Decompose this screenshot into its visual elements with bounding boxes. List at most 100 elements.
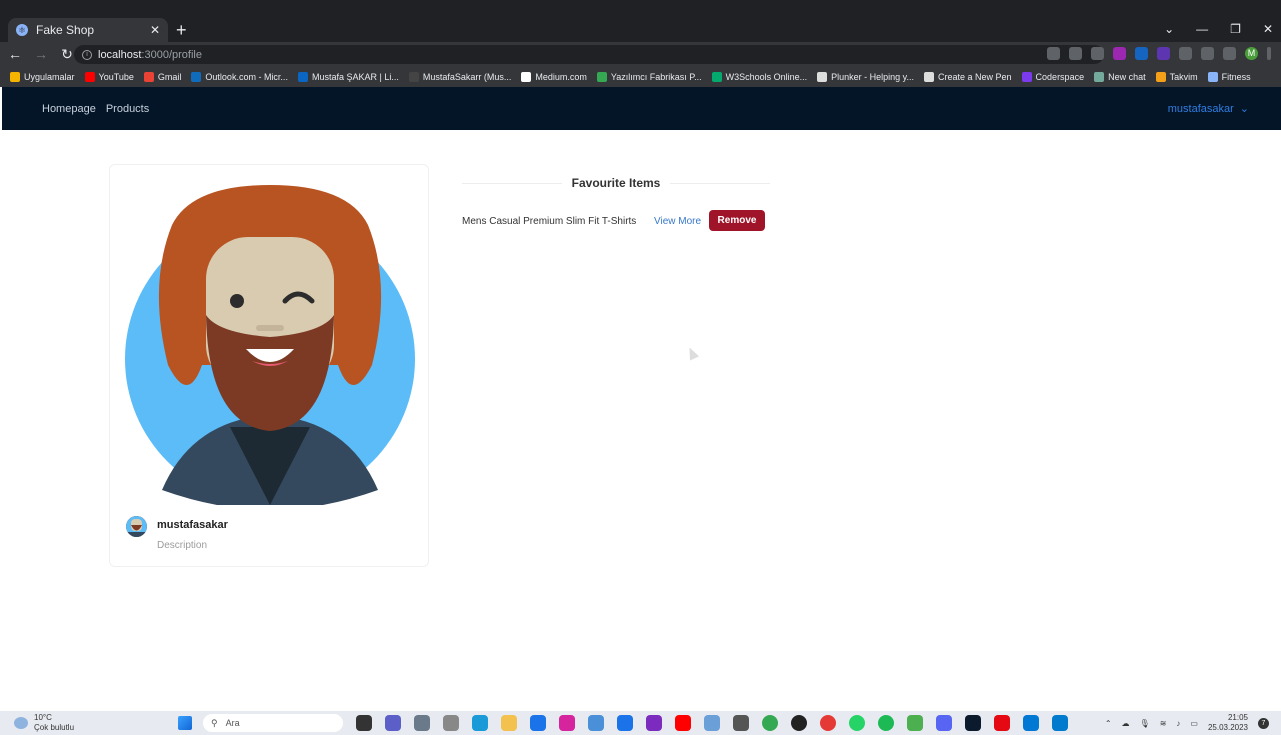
bookmark-item[interactable]: Fitness	[1207, 71, 1251, 82]
battery-icon[interactable]: ▭	[1190, 719, 1198, 728]
netflix-icon[interactable]	[994, 715, 1010, 731]
bookmark-item[interactable]: YouTube	[84, 71, 134, 82]
nav-products[interactable]: Products	[106, 103, 149, 115]
new-tab-button[interactable]: +	[176, 20, 187, 41]
chevron-up-icon[interactable]: ⌃	[1105, 719, 1112, 728]
close-tab-icon[interactable]: ✕	[150, 23, 160, 37]
profile-avatar[interactable]: M	[1245, 47, 1258, 60]
bookmark-label: Coderspace	[1035, 71, 1085, 82]
mail-icon[interactable]	[530, 715, 546, 731]
vscode-icon[interactable]	[1052, 715, 1068, 731]
extension-icon-c[interactable]	[1157, 47, 1170, 60]
translate-icon[interactable]	[1047, 47, 1060, 60]
discord-icon[interactable]	[936, 715, 952, 731]
edge-icon[interactable]	[472, 715, 488, 731]
extension-icon-a[interactable]	[1113, 47, 1126, 60]
snipping-icon[interactable]	[588, 715, 604, 731]
url-host: localhost	[98, 48, 142, 61]
favourites-section: Favourite Items Mens Casual Premium Slim…	[462, 170, 770, 231]
nav-homepage[interactable]: Homepage	[42, 103, 96, 115]
l-app-icon[interactable]	[617, 715, 633, 731]
remove-button[interactable]: Remove	[709, 210, 765, 231]
camera-icon[interactable]	[414, 715, 430, 731]
profile-card: mustafasakar Description	[109, 164, 429, 567]
calculator-icon[interactable]	[733, 715, 749, 731]
extension-icon-b[interactable]	[1135, 47, 1148, 60]
terminal-icon[interactable]	[965, 715, 981, 731]
view-more-link[interactable]: View More	[654, 216, 701, 227]
bookmark-star-icon[interactable]	[1091, 47, 1104, 60]
bookmark-item[interactable]: Mustafa ŞAKAR | Li...	[297, 71, 399, 82]
whatsapp-icon[interactable]	[849, 715, 865, 731]
back-icon[interactable]: ←	[4, 46, 26, 62]
bookmark-favicon-icon	[1021, 71, 1032, 82]
music-icon[interactable]	[820, 715, 836, 731]
minimize-button[interactable]: —	[1196, 22, 1208, 36]
bookmark-item[interactable]: Yazılımcı Fabrikası P...	[596, 71, 702, 82]
windows-start-icon[interactable]	[178, 716, 192, 730]
close-window-button[interactable]: ✕	[1263, 22, 1273, 36]
obs-icon[interactable]	[791, 715, 807, 731]
favourites-heading: Favourite Items	[462, 170, 770, 196]
spotify-icon[interactable]	[878, 715, 894, 731]
volume-icon[interactable]: ♪	[1176, 719, 1180, 728]
bookmark-item[interactable]: Coderspace	[1021, 71, 1085, 82]
user-menu[interactable]: mustafasakar ⌄	[1168, 102, 1249, 116]
address-bar[interactable]: i localhost :3000/profile	[74, 45, 1104, 64]
share-icon[interactable]	[1069, 47, 1082, 60]
bookmark-favicon-icon	[143, 71, 154, 82]
clock[interactable]: 21:05 25.03.2023	[1208, 713, 1248, 733]
tools-icon[interactable]	[907, 715, 923, 731]
side-panel-icon[interactable]	[1223, 47, 1236, 60]
reading-list-icon[interactable]	[1201, 47, 1214, 60]
bookmark-item[interactable]: W3Schools Online...	[711, 71, 807, 82]
task-view-icon[interactable]	[356, 715, 372, 731]
restore-button[interactable]: ❐	[1230, 22, 1241, 36]
youtube-icon[interactable]	[675, 715, 691, 731]
bookmark-item[interactable]: New chat	[1094, 71, 1146, 82]
instagram-icon[interactable]	[559, 715, 575, 731]
bookmark-label: New chat	[1108, 71, 1146, 82]
bookmark-item[interactable]: Create a New Pen	[924, 71, 1012, 82]
bookmark-item[interactable]: MustafaSakarr (Mus...	[408, 71, 512, 82]
bookmark-item[interactable]: Medium.com	[521, 71, 587, 82]
browser-tab[interactable]: ⚛ Fake Shop ✕	[8, 18, 168, 42]
mic-app-icon[interactable]	[443, 715, 459, 731]
puzzle-icon[interactable]	[1179, 47, 1192, 60]
bookmark-item[interactable]: Takvim	[1155, 71, 1198, 82]
bookmark-item[interactable]: Outlook.com - Micr...	[191, 71, 288, 82]
podcast-icon[interactable]	[646, 715, 662, 731]
taskbar-apps	[356, 715, 1068, 731]
bookmark-label: Fitness	[1221, 71, 1251, 82]
onedrive-icon[interactable]: ☁	[1122, 719, 1130, 728]
avatar	[126, 516, 147, 537]
bookmark-item[interactable]: Uygulamalar	[10, 71, 75, 82]
temperature: 10°C	[34, 713, 52, 722]
notification-badge[interactable]: 7	[1258, 717, 1269, 729]
file-explorer-icon[interactable]	[501, 715, 517, 731]
profile-username: mustafasakar	[157, 519, 228, 531]
wifi-icon[interactable]: ≋	[1160, 719, 1167, 728]
weather-widget[interactable]: 10°C Çok bulutlu	[14, 713, 74, 733]
chrome-icon[interactable]	[762, 715, 778, 731]
menu-icon[interactable]	[1267, 47, 1271, 60]
tab-search-icon[interactable]: ⌄	[1164, 22, 1174, 36]
bookmark-item[interactable]: Plunker - Helping y...	[817, 71, 914, 82]
bookmarks-bar: Uygulamalar YouTube Gmail Outlook.com - Mic…	[0, 66, 1281, 87]
microphone-icon[interactable]: 🎙	[1140, 719, 1150, 728]
photos-icon[interactable]	[704, 715, 720, 731]
bookmark-item[interactable]: Gmail	[143, 71, 182, 82]
taskbar-search[interactable]: ⚲ Ara	[203, 714, 343, 732]
site-info-icon[interactable]: i	[82, 49, 92, 60]
bookmark-label: Gmail	[157, 71, 182, 82]
search-icon: ⚲	[211, 717, 218, 728]
teams-icon[interactable]	[385, 715, 401, 731]
azure-data-studio-icon[interactable]	[1023, 715, 1039, 731]
bookmark-favicon-icon	[1155, 71, 1166, 82]
forward-icon[interactable]: →	[30, 46, 52, 62]
bookmark-label: YouTube	[98, 71, 134, 82]
window-controls: ⌄ — ❐ ✕	[1164, 22, 1273, 36]
bookmark-label: MustafaSakarr (Mus...	[422, 71, 512, 82]
bookmark-label: Medium.com	[535, 71, 587, 82]
url-path: :3000/profile	[141, 48, 202, 61]
